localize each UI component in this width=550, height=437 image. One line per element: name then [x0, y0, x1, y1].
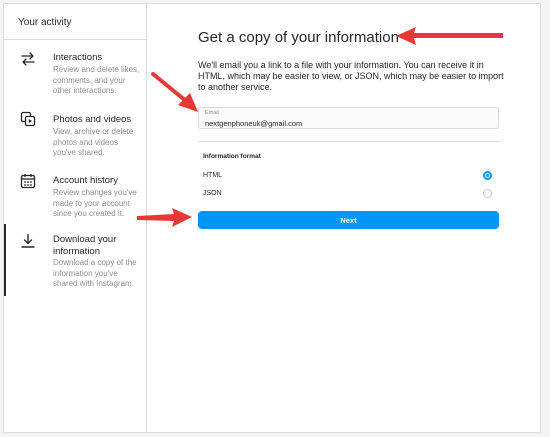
next-button[interactable]: Next [198, 211, 499, 229]
page-description: We'll email you a link to a file with yo… [198, 60, 504, 92]
email-field[interactable]: Email [198, 107, 499, 129]
email-input[interactable] [205, 119, 485, 128]
format-option-json-label: JSON [203, 190, 222, 197]
sidebar: Your activity Interactions Review and de… [4, 4, 147, 432]
calendar-icon [20, 174, 36, 189]
sidebar-item-description: Review and delete likes, comments, and y… [53, 65, 140, 95]
sidebar-item-account-history[interactable]: Account history Review changes you've ma… [4, 163, 147, 223]
photos-videos-icon [20, 111, 36, 127]
sidebar-header: Your activity [4, 4, 146, 40]
sidebar-item-interactions[interactable]: Interactions Review and delete likes, co… [4, 41, 147, 101]
sidebar-item-photos-videos[interactable]: Photos and videos View, archive or delet… [4, 102, 147, 162]
sidebar-item-title: Download your information [53, 234, 117, 257]
sidebar-item-title: Photos and videos [53, 114, 132, 125]
format-option-json-radio[interactable] [483, 189, 492, 198]
sidebar-item-description: Review changes you've made to your accou… [53, 188, 137, 218]
format-option-html-label: HTML [203, 172, 223, 179]
sidebar-item-title: Account history [53, 175, 118, 186]
page-title: Get a copy of your information [198, 29, 399, 46]
sidebar-item-download-information[interactable]: Download your information Download a cop… [4, 224, 147, 296]
format-heading: Information format [203, 153, 261, 160]
settings-window: Your activity Interactions Review and de… [3, 3, 541, 433]
main-panel: Get a copy of your information We'll ema… [148, 4, 541, 432]
divider [198, 141, 499, 142]
email-field-label: Email [205, 110, 219, 116]
arrows-swap-icon [21, 52, 35, 66]
download-icon [21, 233, 35, 248]
format-option-html-radio[interactable] [483, 171, 492, 180]
sidebar-item-title: Interactions [53, 52, 103, 63]
sidebar-item-description: Download a copy of the information you'v… [53, 258, 137, 288]
sidebar-item-description: View, archive or delete photos and video… [53, 127, 134, 157]
